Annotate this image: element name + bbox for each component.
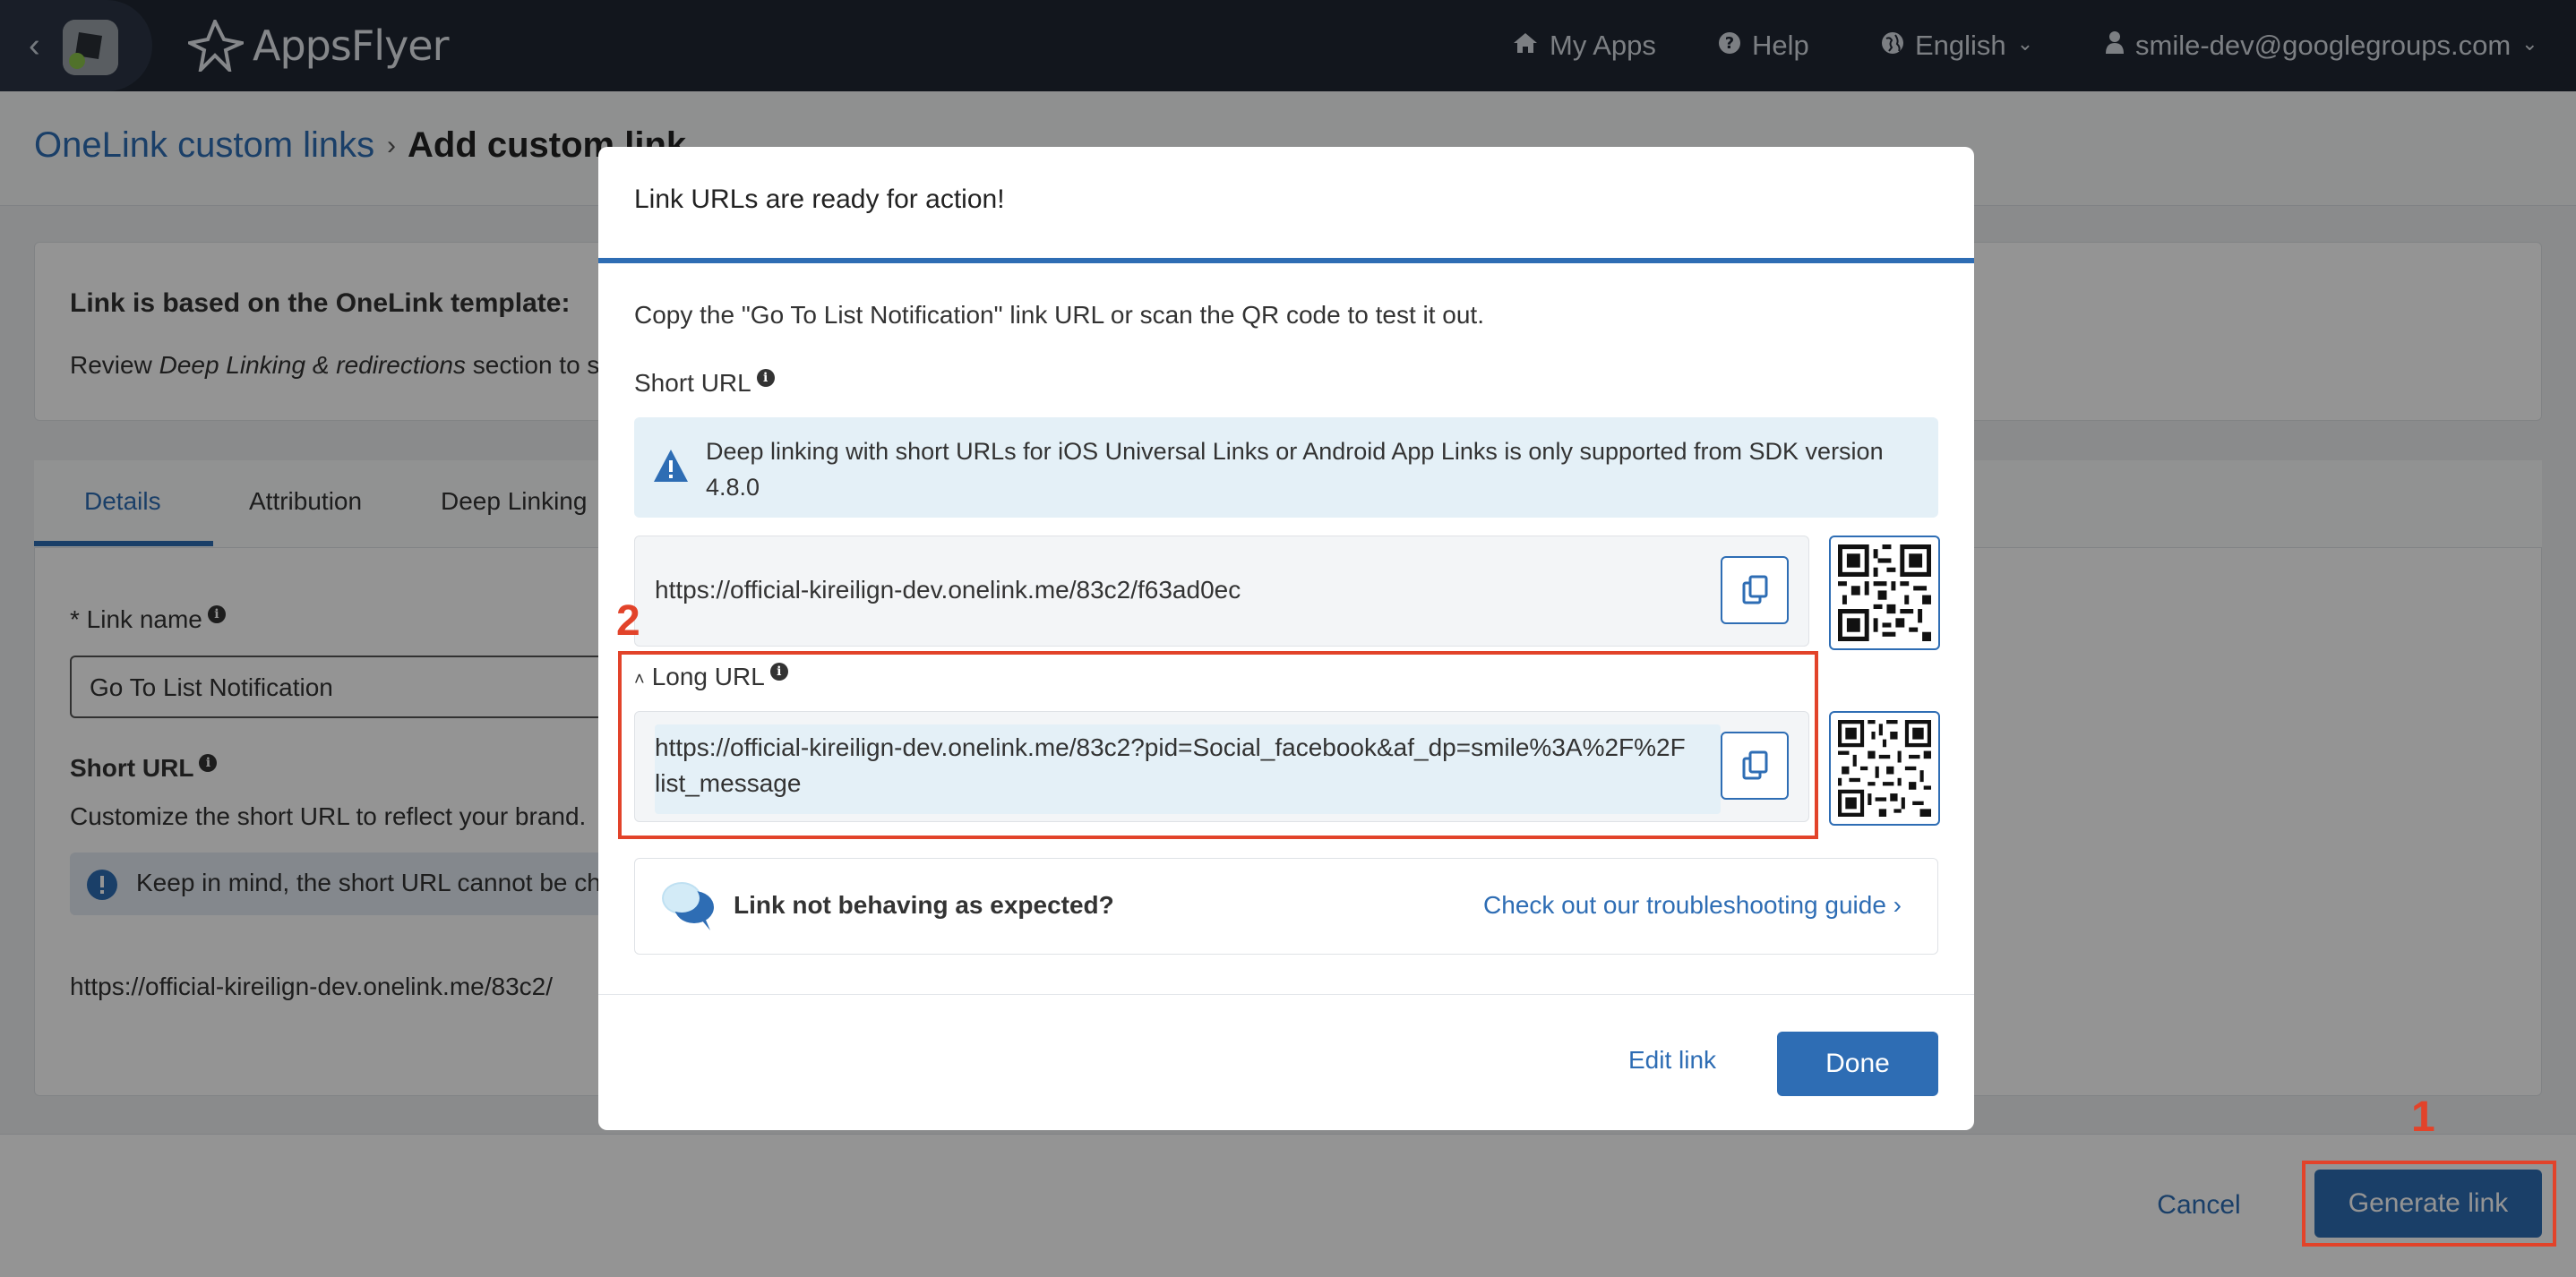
annotation-number-2: 2 bbox=[616, 597, 640, 645]
annotation-box-1 bbox=[2302, 1161, 2556, 1247]
info-icon[interactable]: i bbox=[756, 369, 775, 387]
copy-icon bbox=[1742, 575, 1768, 604]
chat-bubbles-icon bbox=[660, 877, 717, 938]
annotation-number-1: 1 bbox=[2411, 1093, 2435, 1141]
troubleshooting-title: Link not behaving as expected? bbox=[734, 891, 1114, 919]
modal-footer-divider bbox=[598, 994, 1974, 995]
modal-short-url-label: Short URL i bbox=[634, 369, 775, 398]
done-button[interactable]: Done bbox=[1777, 1032, 1938, 1096]
troubleshooting-panel: Link not behaving as expected? Check out… bbox=[634, 858, 1938, 955]
sdk-info-text: Deep linking with short URLs for iOS Uni… bbox=[706, 438, 1884, 501]
annotation-box-2 bbox=[618, 651, 1818, 839]
short-url-qr-code[interactable] bbox=[1829, 536, 1940, 650]
edit-link-button[interactable]: Edit link bbox=[1628, 1046, 1716, 1075]
modal-intro-text: Copy the "Go To List Notification" link … bbox=[634, 301, 1484, 329]
short-url-value[interactable]: https://official-kireilign-dev.onelink.m… bbox=[655, 576, 1241, 604]
modal-title: Link URLs are ready for action! bbox=[634, 184, 1005, 214]
long-url-qr-code[interactable] bbox=[1829, 711, 1940, 826]
short-url-row: https://official-kireilign-dev.onelink.m… bbox=[634, 536, 1809, 647]
copy-short-url-button[interactable] bbox=[1721, 556, 1789, 624]
modal-title-divider bbox=[598, 258, 1974, 263]
sdk-info-box: Deep linking with short URLs for iOS Uni… bbox=[634, 417, 1938, 518]
link-ready-modal: Link URLs are ready for action! Copy the… bbox=[598, 147, 1974, 1130]
warning-triangle-icon bbox=[652, 448, 690, 488]
troubleshooting-guide-link[interactable]: Check out our troubleshooting guide › bbox=[1483, 891, 1902, 920]
